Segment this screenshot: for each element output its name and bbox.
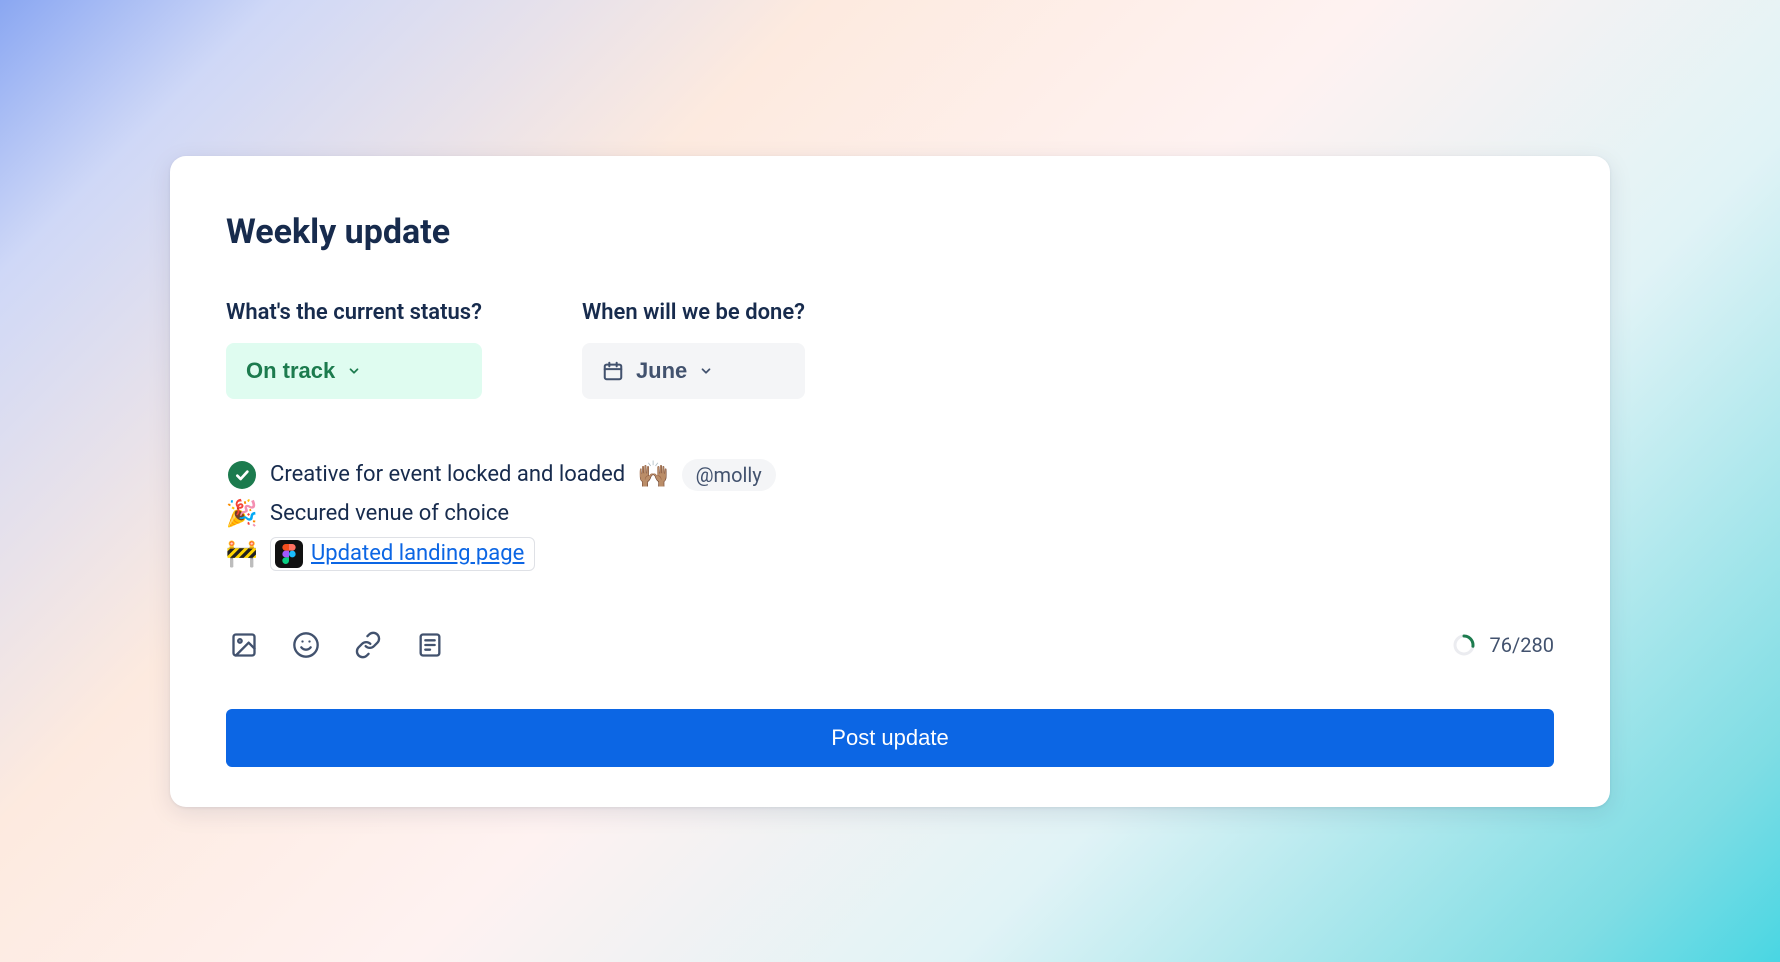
chevron-down-icon bbox=[347, 364, 361, 378]
figma-link-text: Updated landing page bbox=[311, 541, 524, 566]
document-icon bbox=[416, 631, 444, 659]
figma-icon bbox=[275, 540, 303, 568]
insert-image-button[interactable] bbox=[226, 627, 262, 663]
char-counter: 76/280 bbox=[1452, 633, 1554, 657]
emoji-icon bbox=[292, 631, 320, 659]
page-title: Weekly update bbox=[226, 212, 1554, 252]
construction-icon: 🚧 bbox=[226, 541, 258, 567]
update-items: Creative for event locked and loaded 🙌🏽 … bbox=[226, 459, 1554, 571]
list-item: 🎉 Secured venue of choice bbox=[226, 501, 1554, 527]
item-text: Secured venue of choice bbox=[270, 501, 509, 526]
figma-link-chip[interactable]: Updated landing page bbox=[270, 537, 535, 571]
image-icon bbox=[230, 631, 258, 659]
status-value: On track bbox=[246, 360, 335, 382]
due-value: June bbox=[636, 360, 687, 382]
status-field: What's the current status? On track bbox=[226, 300, 482, 399]
item-text: Creative for event locked and loaded bbox=[270, 462, 625, 487]
editor-toolbar-row: 76/280 bbox=[226, 627, 1554, 663]
status-label: What's the current status? bbox=[226, 300, 482, 325]
list-item: Creative for event locked and loaded 🙌🏽 … bbox=[226, 459, 1554, 491]
update-card: Weekly update What's the current status?… bbox=[170, 156, 1610, 807]
status-select[interactable]: On track bbox=[226, 343, 482, 399]
due-label: When will we be done? bbox=[582, 300, 805, 325]
editor-toolbar bbox=[226, 627, 448, 663]
list-item: 🚧 Updated landing page bbox=[226, 537, 1554, 571]
insert-template-button[interactable] bbox=[412, 627, 448, 663]
party-popper-icon: 🎉 bbox=[226, 501, 258, 527]
chevron-down-icon bbox=[699, 364, 713, 378]
insert-link-button[interactable] bbox=[350, 627, 386, 663]
link-icon bbox=[354, 631, 382, 659]
insert-emoji-button[interactable] bbox=[288, 627, 324, 663]
calendar-icon bbox=[602, 360, 624, 382]
fields-row: What's the current status? On track When… bbox=[226, 300, 1554, 399]
mention-chip[interactable]: @molly bbox=[682, 459, 776, 491]
due-select[interactable]: June bbox=[582, 343, 805, 399]
char-counter-text: 76/280 bbox=[1490, 633, 1554, 657]
check-circle-icon bbox=[228, 461, 256, 489]
raised-hands-icon: 🙌🏽 bbox=[637, 462, 669, 488]
progress-ring-icon bbox=[1452, 633, 1476, 657]
post-update-button[interactable]: Post update bbox=[226, 709, 1554, 767]
due-field: When will we be done? June bbox=[582, 300, 805, 399]
